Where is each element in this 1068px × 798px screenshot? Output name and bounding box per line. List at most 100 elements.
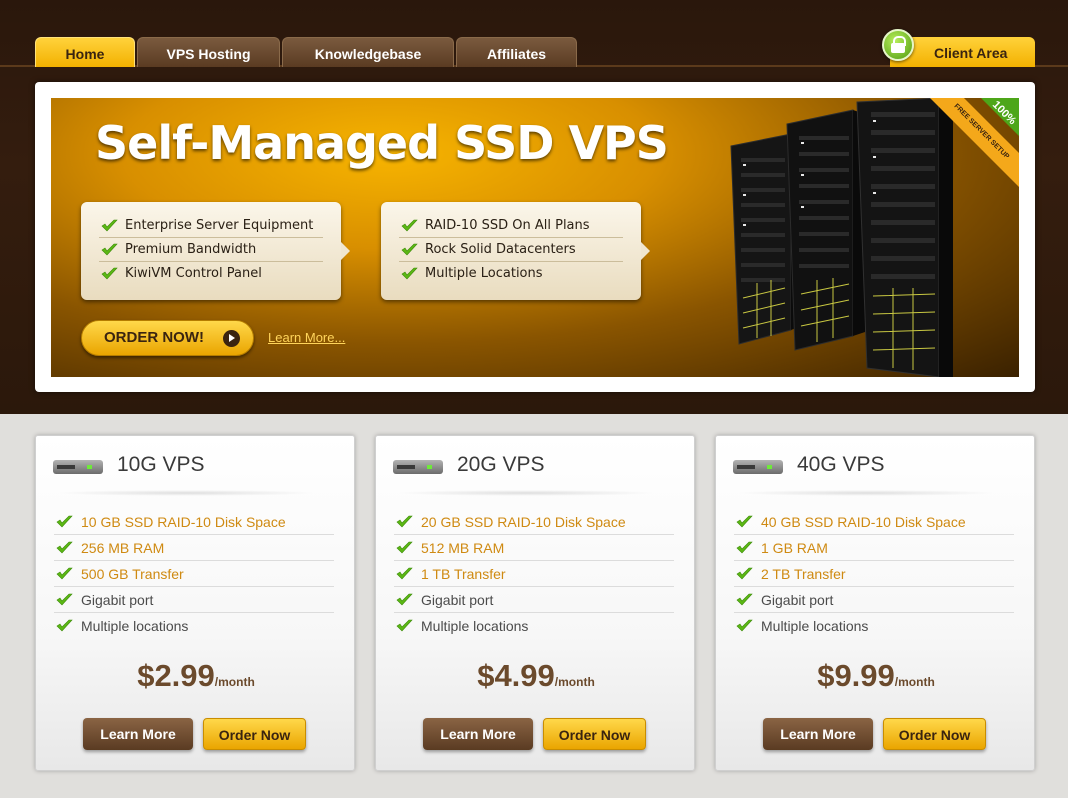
plan-feature: 40 GB SSD RAID-10 Disk Space (734, 509, 1014, 535)
plan-title: 20G VPS (457, 453, 545, 476)
learn-more-button[interactable]: Learn More (83, 718, 193, 750)
feature-text: Multiple locations (421, 618, 529, 634)
plan-title: 40G VPS (797, 453, 885, 476)
check-icon (56, 593, 73, 606)
feature-text: RAID-10 SSD On All Plans (425, 218, 590, 233)
check-icon (56, 567, 73, 580)
plan-card-20g: 20G VPS 20 GB SSD RAID-10 Disk Space 512… (375, 435, 695, 771)
check-icon (396, 515, 413, 528)
plan-card-40g: 40G VPS 40 GB SSD RAID-10 Disk Space 1 G… (715, 435, 1035, 771)
divider (396, 490, 656, 496)
plan-card-10g: 10G VPS 10 GB SSD RAID-10 Disk Space 256… (35, 435, 355, 771)
check-icon (101, 267, 118, 280)
price-amount: $9.99 (817, 658, 895, 693)
check-icon (101, 219, 118, 232)
feature-text: 512 MB RAM (421, 540, 505, 556)
plan-feature: 500 GB Transfer (54, 561, 334, 587)
learn-more-link[interactable]: Learn More... (268, 330, 345, 345)
feature-box-right: RAID-10 SSD On All Plans Rock Solid Data… (381, 202, 650, 300)
check-icon (396, 541, 413, 554)
plan-feature: 1 TB Transfer (394, 561, 674, 587)
feature-text: 20 GB SSD RAID-10 Disk Space (421, 514, 626, 530)
price-amount: $4.99 (477, 658, 555, 693)
feature-item: KiwiVM Control Panel (99, 262, 323, 286)
plan-feature-list: 40 GB SSD RAID-10 Disk Space 1 GB RAM 2 … (734, 509, 1014, 639)
order-now-button[interactable]: Order Now (203, 718, 306, 750)
feature-text: Gigabit port (761, 592, 834, 608)
plan-price: $2.99/month (36, 658, 356, 694)
feature-text: Multiple Locations (425, 266, 543, 281)
feature-text: 1 TB Transfer (421, 566, 506, 582)
plan-feature: Multiple locations (734, 613, 1014, 639)
feature-box-left: Enterprise Server Equipment Premium Band… (81, 202, 350, 300)
feature-text: Gigabit port (81, 592, 154, 608)
plan-price: $4.99/month (376, 658, 696, 694)
check-icon (401, 243, 418, 256)
feature-text: 256 MB RAM (81, 540, 165, 556)
tab-affiliates[interactable]: Affiliates (456, 37, 577, 67)
check-icon (736, 515, 753, 528)
price-period: /month (554, 675, 595, 689)
plan-title: 10G VPS (117, 453, 205, 476)
feature-text: Rock Solid Datacenters (425, 242, 576, 257)
feature-text: Multiple locations (81, 618, 189, 634)
learn-more-button[interactable]: Learn More (763, 718, 873, 750)
feature-text: 10 GB SSD RAID-10 Disk Space (81, 514, 286, 530)
divider (736, 490, 996, 496)
feature-text: Premium Bandwidth (125, 242, 257, 257)
feature-text: 2 TB Transfer (761, 566, 846, 582)
hero-banner: Self-Managed SSD VPS Enterprise Server E… (51, 98, 1019, 377)
plan-feature: Multiple locations (394, 613, 674, 639)
check-icon (736, 593, 753, 606)
feature-item: RAID-10 SSD On All Plans (399, 214, 623, 238)
plan-feature-list: 20 GB SSD RAID-10 Disk Space 512 MB RAM … (394, 509, 674, 639)
plan-feature: Gigabit port (394, 587, 674, 613)
plan-feature: Multiple locations (54, 613, 334, 639)
plan-feature-list: 10 GB SSD RAID-10 Disk Space 256 MB RAM … (54, 509, 334, 639)
check-icon (396, 593, 413, 606)
check-icon (101, 243, 118, 256)
plan-feature: 2 TB Transfer (734, 561, 1014, 587)
plan-feature: 20 GB SSD RAID-10 Disk Space (394, 509, 674, 535)
divider (56, 490, 316, 496)
check-icon (396, 619, 413, 632)
plan-feature: 256 MB RAM (54, 535, 334, 561)
feature-text: 500 GB Transfer (81, 566, 184, 582)
tab-knowledgebase[interactable]: Knowledgebase (282, 37, 454, 67)
price-period: /month (894, 675, 935, 689)
price-amount: $2.99 (137, 658, 215, 693)
feature-text: Enterprise Server Equipment (125, 218, 314, 233)
plan-feature: Gigabit port (734, 587, 1014, 613)
feature-item: Multiple Locations (399, 262, 623, 286)
plan-feature: 1 GB RAM (734, 535, 1014, 561)
hard-drive-icon (393, 460, 443, 474)
check-icon (396, 567, 413, 580)
play-arrow-icon (223, 330, 240, 347)
check-icon (56, 619, 73, 632)
plan-feature: Gigabit port (54, 587, 334, 613)
plan-feature: 512 MB RAM (394, 535, 674, 561)
tab-vps-hosting[interactable]: VPS Hosting (137, 37, 280, 67)
feature-text: 1 GB RAM (761, 540, 828, 556)
banner-title: Self-Managed SSD VPS (95, 116, 669, 170)
feature-text: KiwiVM Control Panel (125, 266, 262, 281)
feature-item: Premium Bandwidth (99, 238, 323, 262)
tab-home[interactable]: Home (35, 37, 135, 67)
order-now-button[interactable]: Order Now (543, 718, 646, 750)
plan-feature: 10 GB SSD RAID-10 Disk Space (54, 509, 334, 535)
check-icon (56, 541, 73, 554)
check-icon (56, 515, 73, 528)
feature-item: Rock Solid Datacenters (399, 238, 623, 262)
check-icon (736, 541, 753, 554)
hard-drive-icon (733, 460, 783, 474)
check-icon (401, 267, 418, 280)
order-now-button[interactable]: ORDER NOW! (81, 320, 254, 356)
price-period: /month (214, 675, 255, 689)
order-now-label: ORDER NOW! (104, 329, 204, 346)
hard-drive-icon (53, 460, 103, 474)
learn-more-button[interactable]: Learn More (423, 718, 533, 750)
check-icon (736, 619, 753, 632)
feature-text: Multiple locations (761, 618, 869, 634)
order-now-button[interactable]: Order Now (883, 718, 986, 750)
free-setup-ribbon: FREE SERVER SETUP 100% (929, 98, 1019, 188)
